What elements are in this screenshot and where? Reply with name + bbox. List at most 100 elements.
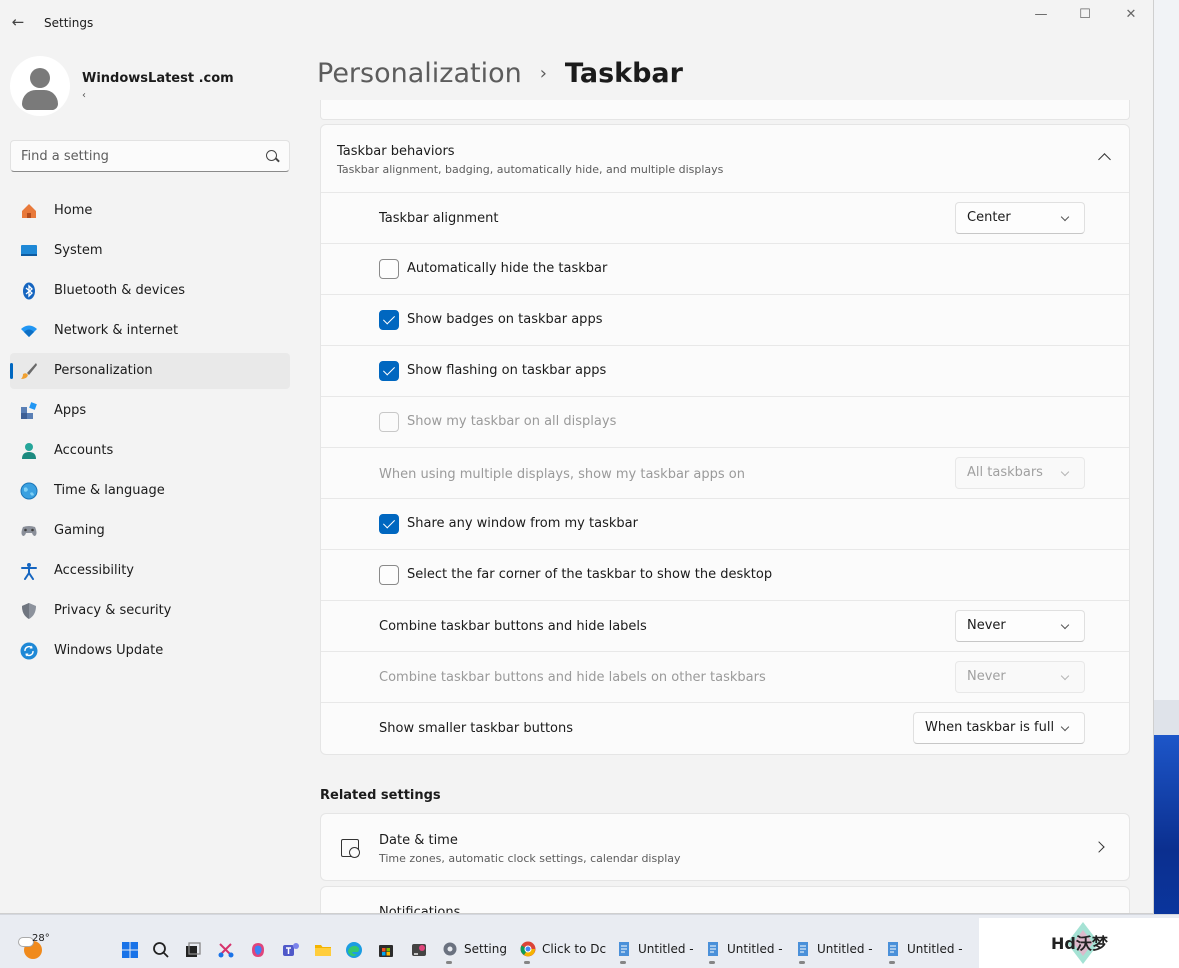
- chrome-icon: [520, 941, 536, 957]
- row-label: Show smaller taskbar buttons: [379, 721, 574, 736]
- snipping-tool-icon[interactable]: [217, 941, 235, 959]
- dev-home-icon[interactable]: [410, 941, 428, 959]
- desktop-wallpaper: [1154, 0, 1179, 968]
- combine-other-row: Combine taskbar buttons and hide labels …: [321, 652, 1129, 703]
- dropdown-value: All taskbars: [967, 465, 1043, 480]
- auto-hide-row: Automatically hide the taskbar: [321, 244, 1129, 295]
- sidebar-item-time-language[interactable]: Time & language: [10, 473, 290, 509]
- start-icon[interactable]: [121, 941, 139, 959]
- flashing-checkbox[interactable]: [379, 361, 399, 381]
- taskbar-app-label: Untitled -: [907, 942, 963, 956]
- chevron-down-icon: [1060, 722, 1070, 732]
- all-displays-row: Show my taskbar on all displays: [321, 397, 1129, 448]
- shield-icon: [22, 603, 36, 619]
- breadcrumb: Personalization › Taskbar: [317, 58, 683, 89]
- sidebar-nav: Home System Bluetooth & devices Network …: [10, 193, 290, 673]
- checkbox-label[interactable]: Show badges on taskbar apps: [407, 312, 602, 327]
- gamepad-icon: [21, 526, 37, 536]
- watermark-text: Hd沃梦: [1051, 934, 1108, 953]
- running-indicator: [620, 961, 626, 964]
- edge-icon[interactable]: [345, 941, 363, 959]
- taskbar-app-label: Untitled -: [817, 942, 873, 956]
- group-title: Taskbar behaviors: [337, 144, 455, 159]
- sidebar-item-label: Accounts: [54, 443, 114, 458]
- sidebar-item-label: Privacy & security: [54, 603, 172, 618]
- sidebar-item-gaming[interactable]: Gaming: [10, 513, 290, 549]
- file-explorer-icon[interactable]: [314, 941, 332, 959]
- sidebar-item-home[interactable]: Home: [10, 193, 290, 229]
- sidebar-item-label: Time & language: [54, 483, 165, 498]
- group-description: Taskbar alignment, badging, automaticall…: [337, 163, 724, 176]
- checkbox-label[interactable]: Select the far corner of the taskbar to …: [407, 567, 772, 582]
- close-button[interactable]: ✕: [1108, 6, 1153, 26]
- sidebar-item-network[interactable]: Network & internet: [10, 313, 290, 349]
- calendar-clock-icon: [341, 839, 360, 858]
- copilot-icon[interactable]: [249, 941, 267, 959]
- taskbar-app-label: Untitled -: [727, 942, 783, 956]
- share-window-row: Share any window from my taskbar: [321, 499, 1129, 550]
- sidebar-item-label: Personalization: [54, 363, 153, 378]
- taskbar-alignment-dropdown[interactable]: Center: [955, 202, 1085, 234]
- search-input[interactable]: [21, 147, 261, 165]
- sidebar-item-privacy-security[interactable]: Privacy & security: [10, 593, 290, 629]
- sidebar-item-bluetooth[interactable]: Bluetooth & devices: [10, 273, 290, 309]
- dropdown-value: Never: [967, 669, 1006, 684]
- notepad-icon: [888, 942, 898, 956]
- brush-icon: [21, 363, 37, 379]
- checkbox-label[interactable]: Show flashing on taskbar apps: [407, 363, 606, 378]
- row-label: Taskbar alignment: [379, 211, 499, 226]
- chevron-down-icon: [1060, 467, 1070, 477]
- apps-icon: [21, 402, 37, 419]
- taskbar-app-label: Setting: [464, 942, 507, 956]
- back-button[interactable]: ←: [8, 12, 28, 32]
- sidebar-item-accounts[interactable]: Accounts: [10, 433, 290, 469]
- breadcrumb-parent[interactable]: Personalization: [317, 58, 522, 89]
- search-icon[interactable]: [152, 941, 170, 959]
- auto-hide-checkbox[interactable]: [379, 259, 399, 279]
- multi-display-dropdown: All taskbars: [955, 457, 1085, 489]
- link-description: Time zones, automatic clock settings, ca…: [379, 852, 681, 865]
- far-corner-checkbox[interactable]: [379, 565, 399, 585]
- maximize-button[interactable]: ☐: [1062, 6, 1108, 26]
- badges-checkbox[interactable]: [379, 310, 399, 330]
- sidebar-item-label: Apps: [54, 403, 87, 418]
- store-icon[interactable]: [377, 941, 395, 959]
- chevron-down-icon: [1060, 671, 1070, 681]
- related-settings-title: Related settings: [320, 788, 441, 803]
- sidebar-item-apps[interactable]: Apps: [10, 393, 290, 429]
- share-window-checkbox[interactable]: [379, 514, 399, 534]
- minimize-button[interactable]: —: [1018, 6, 1064, 26]
- smaller-buttons-dropdown[interactable]: When taskbar is full: [913, 712, 1085, 744]
- watermark-logo: Hd沃梦: [979, 918, 1179, 968]
- sidebar-item-accessibility[interactable]: Accessibility: [10, 553, 290, 589]
- running-indicator: [446, 961, 452, 964]
- taskbar-app-label: Untitled -: [638, 942, 694, 956]
- combine-dropdown[interactable]: Never: [955, 610, 1085, 642]
- taskbar-behaviors-header[interactable]: Taskbar behaviors Taskbar alignment, bad…: [321, 125, 1129, 193]
- sidebar-item-label: System: [54, 243, 103, 258]
- notifications-link[interactable]: Notifications: [320, 886, 1130, 913]
- globe-icon: [20, 482, 38, 500]
- date-time-link[interactable]: Date & time Time zones, automatic clock …: [320, 813, 1130, 881]
- flashing-row: Show flashing on taskbar apps: [321, 346, 1129, 397]
- task-view-icon[interactable]: [184, 941, 202, 959]
- sidebar-item-label: Bluetooth & devices: [54, 283, 185, 298]
- app-title: Settings: [44, 16, 94, 30]
- sidebar-item-personalization[interactable]: Personalization: [10, 353, 290, 389]
- checkbox-label[interactable]: Automatically hide the taskbar: [407, 261, 607, 276]
- temperature: 28°: [32, 933, 50, 944]
- checkbox-label[interactable]: Share any window from my taskbar: [407, 516, 638, 531]
- search-icon[interactable]: [266, 150, 277, 161]
- breadcrumb-separator: ›: [539, 63, 547, 84]
- avatar[interactable]: [10, 56, 70, 116]
- teams-icon[interactable]: [282, 941, 300, 959]
- sidebar-item-windows-update[interactable]: Windows Update: [10, 633, 290, 669]
- taskbar-app-label: Click to Dc: [542, 942, 607, 956]
- search-box[interactable]: [10, 140, 290, 172]
- chevron-down-icon: [1060, 212, 1070, 222]
- sidebar-item-system[interactable]: System: [10, 233, 290, 269]
- network-icon: [21, 325, 37, 337]
- taskbar-alignment-row: Taskbar alignment Center: [321, 193, 1129, 244]
- sidebar-item-label: Accessibility: [54, 563, 134, 578]
- running-indicator: [524, 961, 530, 964]
